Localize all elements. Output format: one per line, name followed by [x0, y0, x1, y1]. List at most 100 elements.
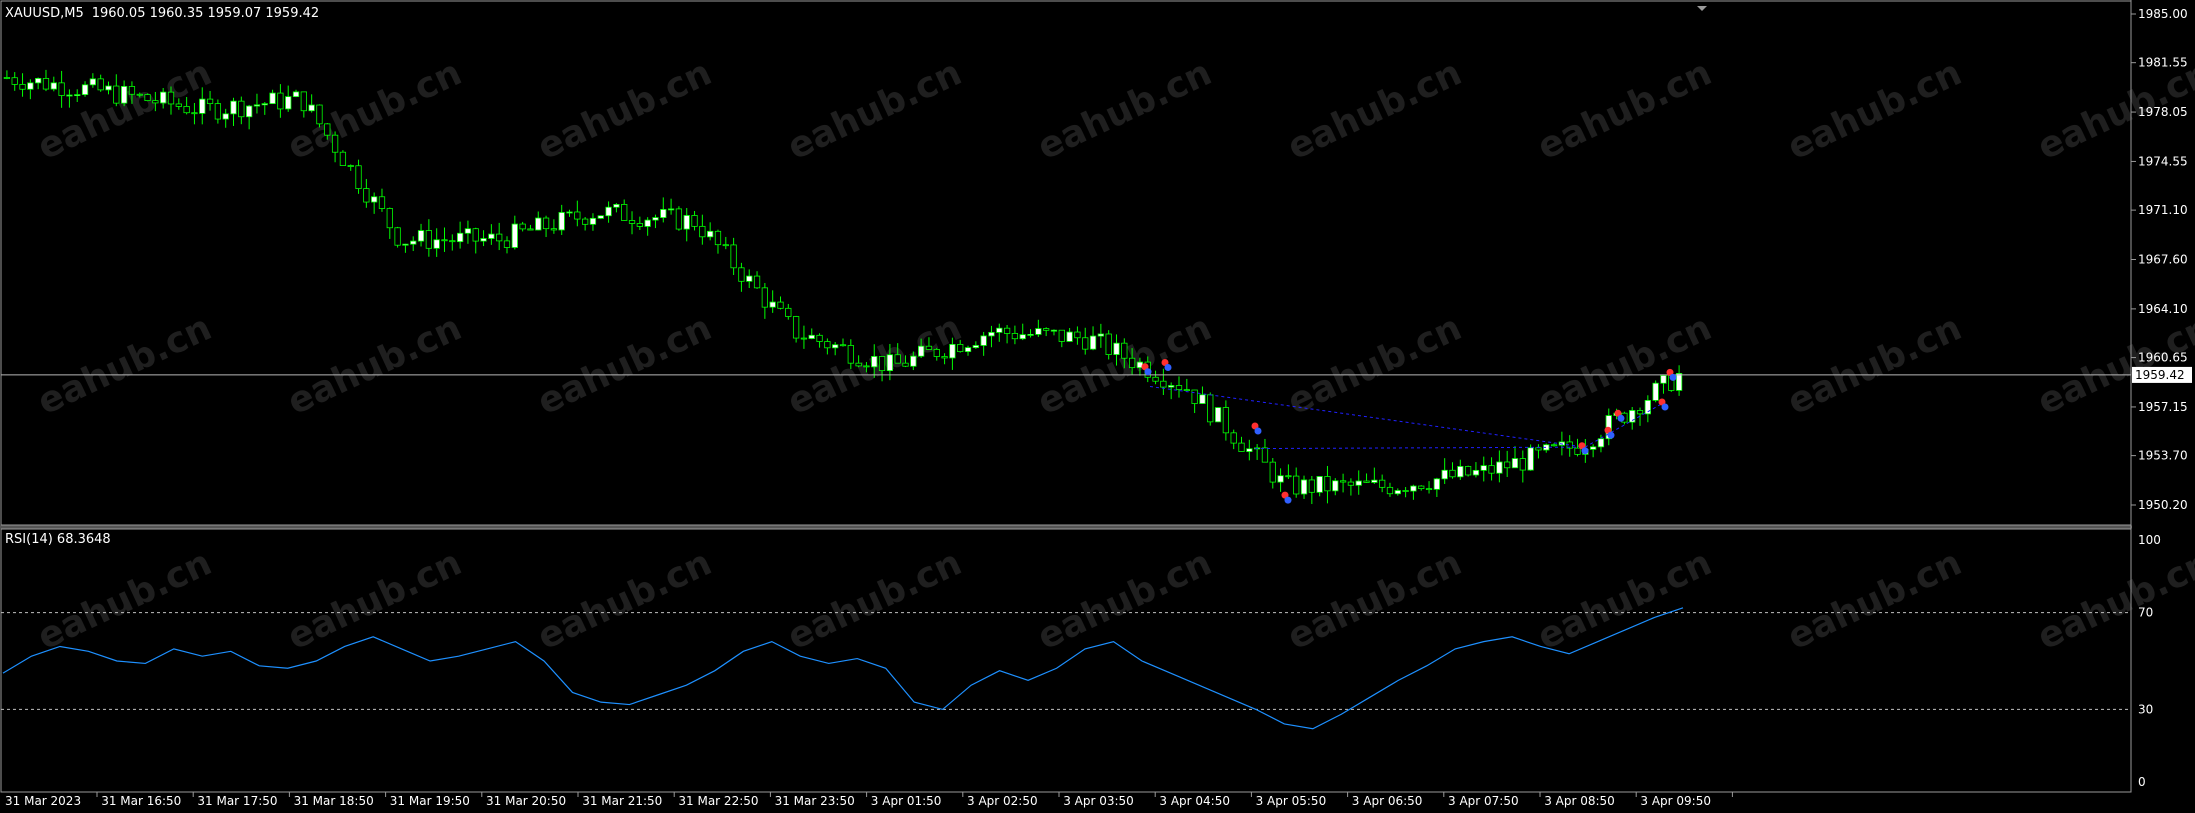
- candle-body: [363, 188, 370, 203]
- chart-area[interactable]: eahub.cn eahub.cn eahub.cn eahub.cn eahub.cn…: [0, 0, 2195, 813]
- symbol-text: XAUUSD,M5: [5, 6, 84, 21]
- candle-body: [613, 204, 620, 208]
- candle-body: [1285, 475, 1292, 478]
- trade-exit-icon[interactable]: [1144, 368, 1152, 376]
- rsi-title: RSI(14) 68.3648: [5, 532, 111, 547]
- watermark-text: eahub.cn: [1031, 542, 1217, 658]
- time-tick-label: 31 Mar 17:50: [197, 794, 277, 808]
- watermark-text: eahub.cn: [1781, 307, 1967, 423]
- time-tick-label: 31 Mar 22:50: [678, 794, 758, 808]
- candle-body: [456, 232, 464, 243]
- watermark-text: eahub.cn: [1281, 542, 1467, 658]
- trade-exit-icon[interactable]: [1607, 431, 1615, 439]
- candle-body: [394, 227, 401, 246]
- candle-body: [441, 239, 448, 242]
- trade-exit-icon[interactable]: [1661, 403, 1669, 411]
- time-tick-label: 31 Mar 16:50: [101, 794, 181, 808]
- watermark-text: eahub.cn: [31, 542, 217, 658]
- candle-body: [1449, 469, 1456, 478]
- watermark-text: eahub.cn: [31, 52, 217, 168]
- candle-body: [1371, 479, 1378, 483]
- watermark-text: eahub.cn: [781, 542, 967, 658]
- watermark-text: eahub.cn: [1531, 542, 1717, 658]
- rsi-tick-label: 0: [2138, 775, 2146, 789]
- price-tick-label: 1978.05: [2138, 105, 2188, 119]
- candle-body: [292, 91, 300, 98]
- candle-body: [1441, 469, 1448, 480]
- rsi-panel: [0, 528, 2132, 793]
- candle-body: [1652, 382, 1659, 401]
- candle-body: [1355, 480, 1362, 486]
- candle-body: [230, 100, 237, 115]
- candle-body: [1550, 444, 1558, 447]
- candle-body: [644, 219, 651, 227]
- candle-body: [1433, 478, 1440, 490]
- price-tick-label: 1964.10: [2138, 302, 2188, 316]
- trade-exit-icon[interactable]: [1164, 363, 1172, 371]
- time-tick-label: 3 Apr 07:50: [1448, 794, 1519, 808]
- candle-body: [542, 217, 550, 230]
- candle-body: [347, 165, 354, 167]
- candle-body: [738, 267, 745, 282]
- candle-body: [1277, 475, 1284, 483]
- candle-body: [1457, 466, 1464, 478]
- time-tick-label: 3 Apr 01:50: [871, 794, 942, 808]
- trade-exit-icon[interactable]: [1617, 414, 1625, 422]
- candle-body: [691, 215, 698, 227]
- candle-body: [308, 104, 315, 112]
- candle-body: [1035, 328, 1042, 335]
- trade-exit-icon[interactable]: [1581, 447, 1589, 455]
- shift-marker-icon[interactable]: [1697, 6, 1707, 11]
- candle-body: [496, 233, 503, 242]
- main-panel: [0, 0, 2132, 526]
- candle-body: [324, 123, 331, 136]
- time-tick-label: 3 Apr 02:50: [967, 794, 1038, 808]
- candle-body: [128, 86, 136, 95]
- candle-body: [160, 91, 167, 104]
- candle-body: [1246, 448, 1253, 452]
- trade-exit-icon[interactable]: [1284, 496, 1292, 504]
- candle-body: [331, 134, 339, 153]
- candle-body: [980, 335, 987, 346]
- candle-body: [839, 344, 847, 347]
- candle-body: [1496, 461, 1503, 474]
- candle-body: [42, 78, 50, 90]
- candle-body: [660, 209, 667, 218]
- candle-body: [246, 105, 253, 118]
- candle-body: [792, 316, 800, 339]
- candle-body: [1152, 376, 1159, 382]
- time-tick-label: 31 Mar 21:50: [582, 794, 662, 808]
- time-tick-label: 3 Apr 05:50: [1256, 794, 1327, 808]
- trade-exit-icon[interactable]: [1254, 427, 1262, 435]
- watermark-text: eahub.cn: [2031, 542, 2195, 658]
- watermark-text: eahub.cn: [781, 52, 967, 168]
- trade-link-line: [1584, 401, 1666, 448]
- candle-body: [1113, 342, 1120, 355]
- candle-body: [1488, 465, 1495, 474]
- candle-body: [1511, 458, 1519, 469]
- candle-body: [769, 301, 776, 308]
- candle-body: [722, 244, 729, 247]
- candle-body: [1019, 334, 1026, 340]
- candle-body: [761, 287, 768, 308]
- watermark-text: eahub.cn: [531, 542, 717, 658]
- time-tick-label: 31 Mar 23:50: [775, 794, 855, 808]
- candle-body: [636, 223, 643, 227]
- candle-body: [566, 211, 573, 214]
- candle-body: [1347, 481, 1355, 486]
- candle-body: [683, 215, 690, 230]
- candle-body: [910, 355, 917, 367]
- candle-body: [1379, 479, 1386, 488]
- current-price-label: 1959.42: [2135, 368, 2185, 382]
- candle-body: [996, 327, 1003, 333]
- trade-exit-icon[interactable]: [1669, 373, 1677, 381]
- candle-body: [863, 365, 870, 368]
- candle-body: [1097, 333, 1104, 337]
- candle-body: [238, 100, 245, 118]
- time-axis: 31 Mar 2023 31 Mar 16:50 31 Mar 17:50 31 Ma…: [5, 792, 1733, 808]
- candle-body: [1261, 447, 1269, 463]
- candle-body: [1363, 480, 1370, 483]
- candle-body: [667, 208, 675, 211]
- candle-body: [1011, 333, 1019, 340]
- candle-body: [1222, 407, 1230, 434]
